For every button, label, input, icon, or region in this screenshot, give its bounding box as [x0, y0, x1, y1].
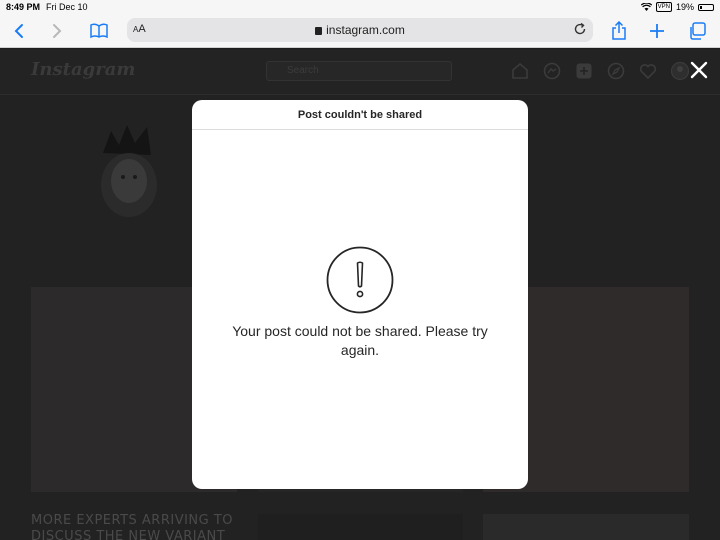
- reload-icon[interactable]: [573, 22, 587, 36]
- post-headline: MORE EXPERTS ARRIVING TO DISCUSS THE NEW…: [31, 513, 233, 540]
- back-icon[interactable]: [8, 20, 30, 42]
- exclamation-circle-icon: [326, 246, 394, 314]
- profile-picture[interactable]: [95, 115, 163, 219]
- vpn-badge: VPN: [655, 2, 672, 12]
- instagram-nav: [510, 61, 690, 81]
- tabs-overview-icon[interactable]: [686, 20, 708, 42]
- dialog-title: Post couldn't be shared: [192, 100, 528, 130]
- browser-toolbar: AA instagram.com: [0, 14, 720, 48]
- instagram-logo[interactable]: Instagram: [31, 59, 135, 80]
- home-icon[interactable]: [510, 61, 530, 81]
- status-bar: 8:49 PM Fri Dec 10 VPN 19%: [0, 0, 720, 14]
- wifi-icon: [640, 3, 652, 11]
- post-thumbnail[interactable]: [258, 514, 463, 540]
- messenger-icon[interactable]: [542, 61, 562, 81]
- address-bar[interactable]: AA instagram.com: [127, 18, 593, 42]
- close-icon[interactable]: [689, 60, 709, 80]
- lock-icon: [315, 27, 323, 35]
- profile-avatar-icon[interactable]: [670, 61, 690, 81]
- headline-line: DISCUSS THE NEW VARIANT: [31, 529, 226, 540]
- url-text: instagram.com: [127, 23, 593, 37]
- error-dialog: Post couldn't be shared Your post could …: [192, 100, 528, 489]
- forward-icon[interactable]: [46, 20, 68, 42]
- battery-icon: [698, 3, 714, 11]
- instagram-header: Instagram Search: [0, 49, 720, 95]
- headline-line: MORE EXPERTS ARRIVING TO: [31, 513, 234, 528]
- new-post-icon[interactable]: [574, 61, 594, 81]
- activity-heart-icon[interactable]: [638, 61, 658, 81]
- battery-fill: [700, 5, 702, 9]
- battery-percent: 19%: [675, 2, 694, 12]
- post-thumbnail[interactable]: [483, 514, 689, 540]
- bookmarks-icon[interactable]: [88, 20, 110, 42]
- status-date: Fri Dec 10: [46, 2, 88, 12]
- new-tab-icon[interactable]: [646, 20, 668, 42]
- share-icon[interactable]: [608, 20, 630, 42]
- dialog-message: Your post could not be shared. Please tr…: [232, 323, 488, 358]
- explore-icon[interactable]: [606, 61, 626, 81]
- status-time: 8:49 PM: [6, 2, 41, 12]
- status-right: VPN 19%: [640, 2, 714, 12]
- search-input[interactable]: Search: [266, 61, 452, 81]
